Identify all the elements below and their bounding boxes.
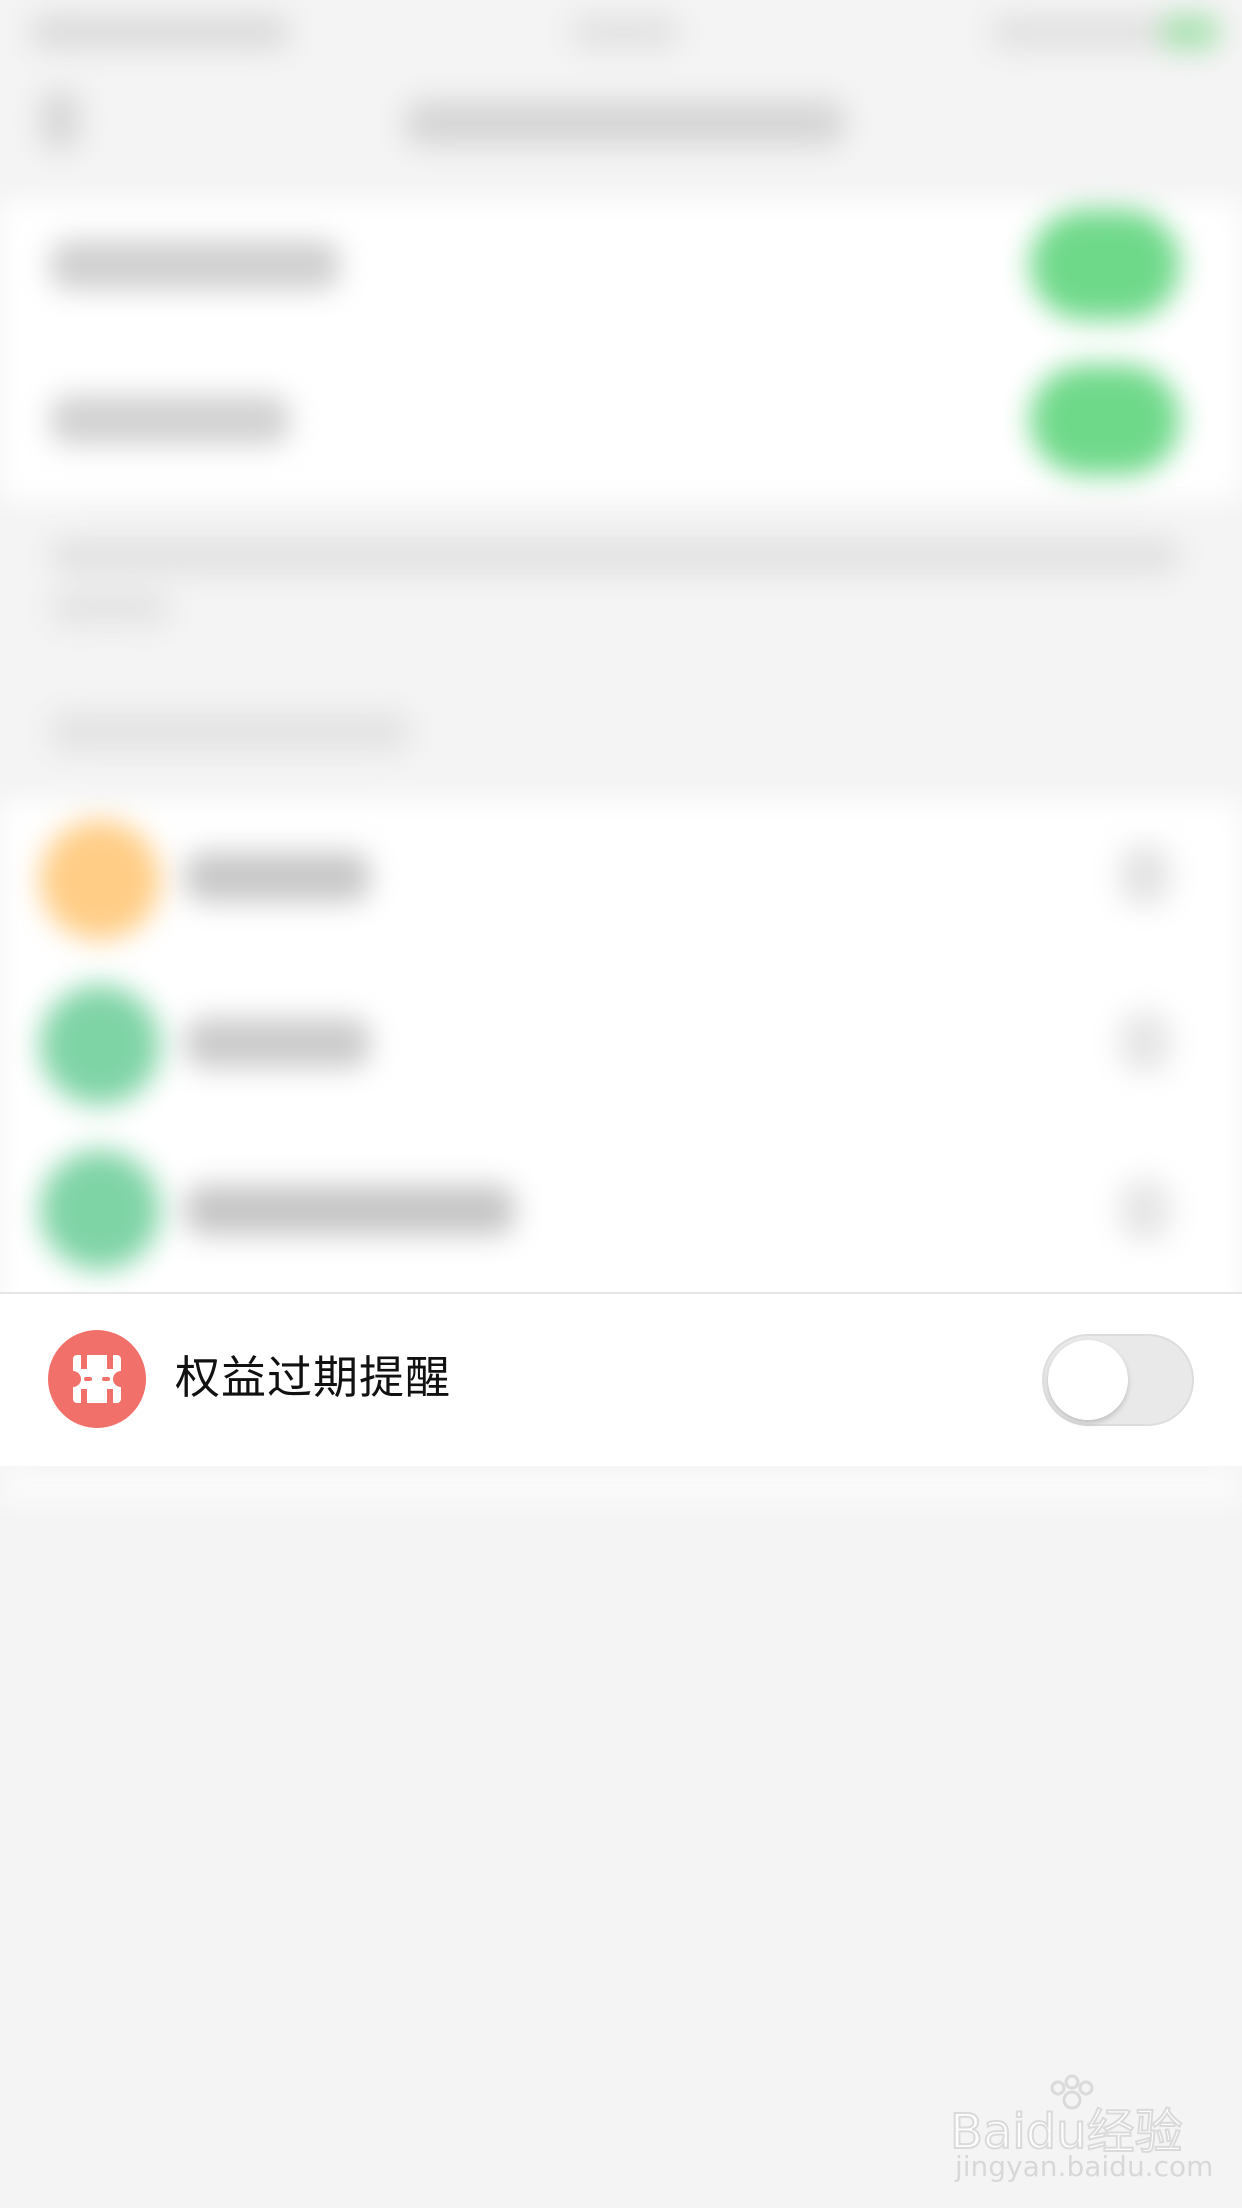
row-4-label [185,1018,370,1068]
status-bar-time [570,14,680,50]
setting-row-2-toggle [1030,365,1180,475]
row-3-chevron-icon [1120,845,1170,905]
ticket-glyph [73,1355,121,1403]
row-4-chevron-icon [1120,1012,1170,1072]
setting-row-1-label [50,240,340,290]
watermark-url: jingyan.baidu.com [955,2150,1214,2183]
status-bar-left [30,14,290,50]
battery-icon [1160,14,1220,50]
blurred-background [0,0,1242,1500]
row-3-icon [40,820,160,940]
benefit-ticket-icon [48,1330,146,1428]
benefit-expiry-reminder-label: 权益过期提醒 [175,1351,452,1404]
group-description-line-1 [50,538,1180,574]
row-5-label [185,1185,515,1235]
row-5-chevron-icon [1120,1180,1170,1240]
group-description-line-2 [50,590,170,626]
back-icon [40,90,80,150]
section-header [50,712,410,752]
setting-row-2-label [50,395,290,445]
nav-title [405,100,845,146]
row-5-icon [40,1150,160,1270]
row-4-icon [40,985,160,1105]
setting-row-1-toggle [1030,210,1180,320]
benefit-expiry-reminder-row[interactable]: 权益过期提醒 [0,1292,1242,1466]
benefit-expiry-reminder-toggle[interactable] [1042,1334,1194,1426]
toggle-knob [1048,1340,1128,1420]
row-3-label [185,852,370,902]
